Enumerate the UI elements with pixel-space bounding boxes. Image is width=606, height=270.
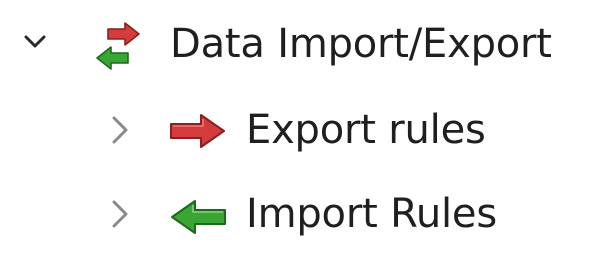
chevron-right-icon[interactable] [108, 196, 132, 232]
tree-node-label: Data Import/Export [170, 21, 552, 67]
tree-node-data-import-export[interactable]: Data Import/Export [0, 8, 606, 84]
tree-node-label: Export rules [246, 107, 486, 153]
green-arrow-left-icon [168, 198, 228, 236]
tree-node-export-rules[interactable]: Export rules [0, 92, 606, 168]
tree-view: Data Import/Export Export rules Import R… [0, 0, 606, 270]
red-arrow-right-icon [168, 112, 228, 150]
import-export-arrows-icon [92, 20, 144, 72]
tree-node-label: Import Rules [246, 191, 497, 237]
tree-node-import-rules[interactable]: Import Rules [0, 176, 606, 252]
chevron-right-icon[interactable] [108, 112, 132, 148]
chevron-down-icon[interactable] [24, 34, 46, 50]
